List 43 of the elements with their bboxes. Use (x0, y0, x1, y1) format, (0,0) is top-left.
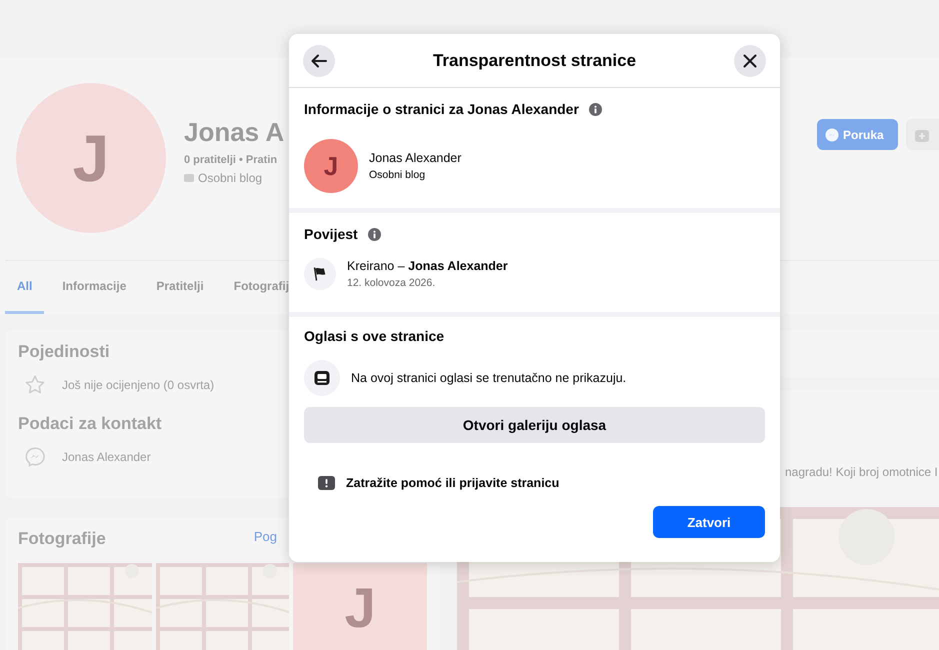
history-entry: Kreirano – Jonas Alexander (347, 259, 508, 273)
back-button[interactable] (303, 44, 335, 76)
history-date: 12. kolovoza 2026. (347, 277, 436, 289)
page-category: Osobni blog (369, 169, 426, 181)
tab[interactable]: Pratitelji (144, 261, 216, 314)
messenger-icon (24, 446, 46, 468)
message-button[interactable]: Poruka (817, 119, 898, 150)
page-category: Osobni blog (198, 171, 262, 185)
ad-gallery-button[interactable]: Otvori galeriju oglasa (304, 407, 765, 443)
back-arrow-icon (310, 52, 328, 70)
tab[interactable]: Informacije (50, 261, 138, 314)
ads-note: Na ovoj stranici oglasi se trenutačno ne prikazuju. (351, 371, 626, 385)
tab[interactable]: Fotografij (222, 261, 302, 314)
section-heading: Povijest (304, 226, 358, 242)
report-link[interactable]: Zatražite pomoć ili prijavite stranicu (346, 476, 560, 490)
page-name: Jonas Alexander (369, 151, 462, 165)
ads-icon (304, 360, 340, 396)
close-dialog-button[interactable]: Zatvori (653, 506, 765, 538)
close-icon (742, 52, 758, 68)
tab[interactable]: All (5, 261, 44, 314)
alert-icon (318, 476, 335, 490)
info-icon (588, 102, 602, 116)
dialog-title: Transparentnost stranice (432, 50, 636, 70)
page-avatar: J (304, 139, 358, 193)
rating-text: Još nije ocijenjeno (0 osvrta) (62, 378, 214, 392)
card-title: Fotografije (18, 529, 106, 549)
contact-name: Jonas Alexander (62, 450, 151, 464)
card-title: Podaci za kontakt (18, 414, 163, 434)
flag-icon (304, 258, 336, 290)
avatar-tile: J (293, 563, 428, 650)
close-button[interactable] (734, 44, 766, 76)
category-icon (184, 174, 194, 182)
profile-avatar: J (16, 83, 166, 233)
page-stats: 0 pratitelji • Pratin (184, 154, 278, 166)
info-icon (368, 228, 381, 240)
messenger-icon (825, 128, 839, 142)
section-heading: Oglasi s ove stranice (304, 328, 444, 344)
post-text: nagradu! Koji broj omotnice I (785, 465, 939, 479)
star-icon (24, 374, 46, 396)
card-title: Pojedinosti (18, 342, 111, 362)
section-heading: Informacije o stranici za Jonas Alexander (304, 101, 579, 117)
see-all-link[interactable]: Pog (254, 529, 277, 549)
page-name: Jonas A (184, 116, 284, 149)
